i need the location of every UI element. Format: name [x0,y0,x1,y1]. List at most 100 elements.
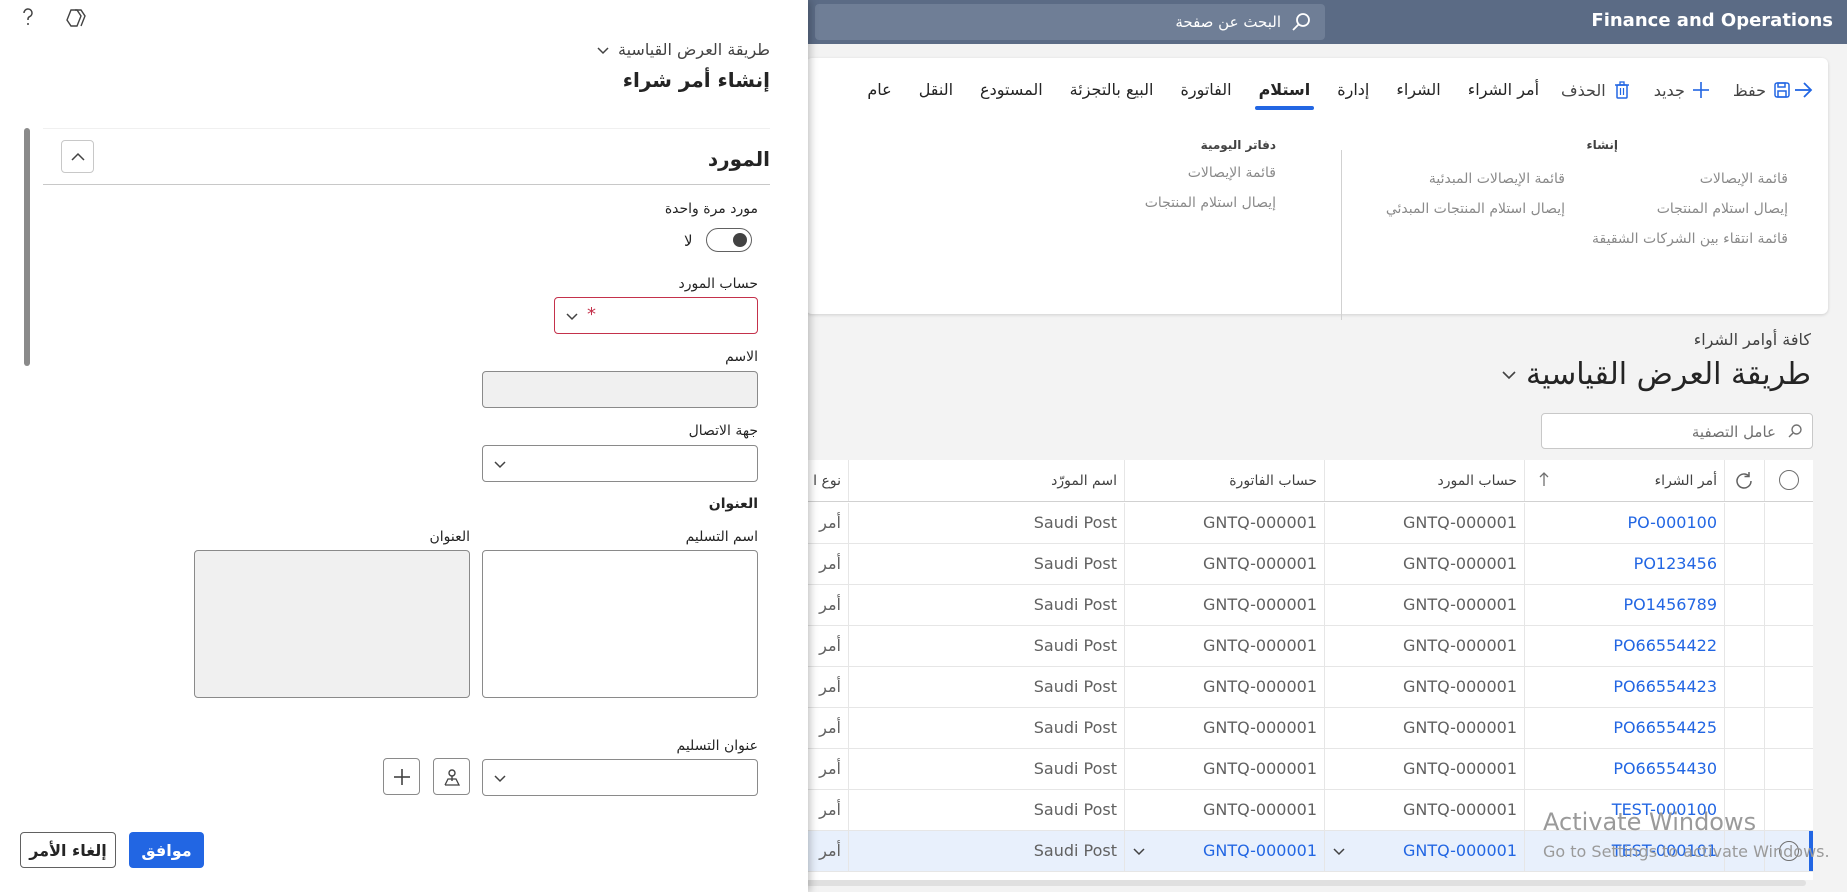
required-indicator: * [587,304,596,325]
purchase-order-link[interactable]: PO123456 [1525,544,1725,584]
save-button[interactable]: حفظ [1733,80,1792,100]
horizontal-scrollbar[interactable] [806,880,1806,886]
one-time-vendor-toggle[interactable] [706,228,752,252]
column-header-vendor-account[interactable]: حساب المورد [1325,460,1525,501]
delivery-address-dropdown[interactable] [482,759,758,796]
chevron-down-icon[interactable] [1332,845,1346,859]
row-select-cell[interactable] [1765,667,1813,707]
chevron-down-icon [494,775,506,783]
breadcrumb: كافة أوامر الشراء [1693,330,1811,349]
purchase-order-link[interactable]: PO66554422 [1525,626,1725,666]
purchase-order-link[interactable]: PO66554430 [1525,749,1725,789]
address-textarea [194,550,470,698]
row-select-cell[interactable] [1765,544,1813,584]
select-all-cell[interactable] [1765,460,1813,501]
type-cell: أمر [819,841,841,860]
cancel-button[interactable]: إلغاء الأمر [20,832,116,868]
plus-icon [394,769,410,785]
column-header-vendor-name[interactable]: اسم المورّد [849,460,1125,501]
menu-product-receipt[interactable]: إيصال استلام المنتجات [1592,198,1788,228]
filter-input[interactable]: عامل التصفية [1541,413,1813,449]
vendor-account-cell[interactable]: GNTQ-000001 [1325,831,1525,871]
table-row[interactable]: PO-000100 GNTQ-000001 GNTQ-000001 Saudi Pos… [806,503,1813,544]
new-button[interactable]: جديد [1654,80,1711,100]
tab-general[interactable]: عام [867,72,891,108]
vendor-account-cell: GNTQ-000001 [1402,636,1517,655]
tab-warehouse[interactable]: المستودع [980,72,1043,108]
panel-view-selector[interactable]: طريقة العرض القياسية [596,40,770,59]
page-search-box[interactable]: البحث عن صفحة [815,4,1325,40]
invoice-account-cell[interactable]: GNTQ-000001 [1125,831,1325,871]
menu-preliminary-product-receipt[interactable]: إيصال استلام المنتجات المبدئي [1365,198,1565,228]
delivery-name-textarea[interactable] [482,550,758,698]
row-spacer-cell [1725,708,1765,748]
column-header-purchase-order[interactable]: أمر الشراء [1525,460,1725,501]
invoice-account-cell: GNTQ-000001 [1202,718,1317,737]
section-divider [43,184,770,185]
action-pane: حفظ جديد الحذف أمر الشراء الشراء إدارة ا… [806,58,1828,320]
row-select-cell[interactable] [1765,790,1813,830]
panel-scrollbar[interactable] [24,128,30,366]
group-journals: دفاتر اليومية قائمة الإيصالات إيصال استل… [1076,138,1276,222]
type-cell: أمر [819,759,841,778]
back-arrow-icon[interactable] [1792,79,1814,101]
app-title[interactable]: Finance and Operations [1591,10,1833,31]
row-select-cell[interactable] [1765,749,1813,789]
group-divider [1341,150,1342,320]
tab-purchase[interactable]: الشراء [1396,72,1440,108]
tab-transportation[interactable]: النقل [919,72,953,108]
menu-preliminary-receipts-list[interactable]: قائمة الإيصالات المبدئية [1365,168,1565,198]
row-select-cell[interactable] [1765,708,1813,748]
purchase-order-link[interactable]: PO66554423 [1525,667,1725,707]
menu-intercompany-picking-list[interactable]: قائمة انتقاء بين الشركات الشقيقة [1592,228,1788,258]
menu-receipts-list[interactable]: قائمة الإيصالات [1592,168,1788,198]
add-address-button[interactable] [383,758,420,795]
search-icon [1788,424,1802,438]
table-row[interactable]: PO66554423 GNTQ-000001 GNTQ-000001 Saudi Po… [806,667,1813,708]
refresh-cell[interactable] [1725,460,1765,501]
activate-windows-hint: Go to Settings to activate Windows. [1543,842,1830,861]
panel-title: إنشاء أمر شراء [622,68,770,92]
table-row[interactable]: PO66554425 GNTQ-000001 GNTQ-000001 Saudi Po… [806,708,1813,749]
row-spacer-cell [1725,585,1765,625]
view-selector[interactable]: طريقة العرض القياسية [1500,357,1811,392]
table-row[interactable]: PO66554422 GNTQ-000001 GNTQ-000001 Saudi Po… [806,626,1813,667]
select-all-radio[interactable] [1779,470,1799,490]
ok-button[interactable]: موافق [129,832,204,868]
menu-journal-receipts-list[interactable]: قائمة الإيصالات [1076,162,1276,192]
copilot-icon[interactable] [64,6,88,30]
vendor-name-cell: Saudi Post [1033,513,1117,532]
delete-button[interactable]: الحذف [1561,80,1632,100]
purchase-order-link[interactable]: PO1456789 [1525,585,1725,625]
tab-manage[interactable]: إدارة [1337,72,1369,108]
contact-dropdown[interactable] [482,445,758,482]
table-row[interactable]: PO1456789 GNTQ-000001 GNTQ-000001 Saudi Pos… [806,585,1813,626]
column-header-invoice-account[interactable]: حساب الفاتورة [1125,460,1325,501]
tab-purchase-order[interactable]: أمر الشراء [1468,72,1539,108]
table-row[interactable]: PO123456 GNTQ-000001 GNTQ-000001 Saudi Post… [806,544,1813,585]
vendor-account-dropdown[interactable]: * [554,297,758,334]
help-icon[interactable] [18,6,38,30]
row-spacer-cell [1725,626,1765,666]
row-select-cell[interactable] [1765,503,1813,543]
tab-receive[interactable]: استلام [1254,72,1314,110]
purchase-order-link[interactable]: PO-000100 [1525,503,1725,543]
name-label: الاسم [725,349,758,365]
invoice-account-cell: GNTQ-000001 [1202,677,1317,696]
tab-retail[interactable]: البيع بالتجزئة [1070,72,1154,108]
tab-invoice[interactable]: الفاتورة [1180,72,1231,108]
purchase-order-link[interactable]: PO66554425 [1525,708,1725,748]
map-location-button[interactable] [433,758,470,795]
menu-journal-product-receipt[interactable]: إيصال استلام المنتجات [1076,192,1276,222]
table-row[interactable]: PO66554430 GNTQ-000001 GNTQ-000001 Saudi Po… [806,749,1813,790]
address-section-label: العنوان [708,496,758,512]
type-cell: أمر [819,595,841,614]
row-select-cell[interactable] [1765,626,1813,666]
column-header-type[interactable]: نوع ا [806,460,849,501]
chevron-down-icon[interactable] [1132,845,1146,859]
collapse-section-button[interactable] [61,140,94,173]
section-title-vendor[interactable]: المورد [708,147,770,171]
refresh-icon[interactable] [1733,470,1755,492]
page-title: طريقة العرض القياسية [1526,357,1811,392]
row-select-cell[interactable] [1765,585,1813,625]
